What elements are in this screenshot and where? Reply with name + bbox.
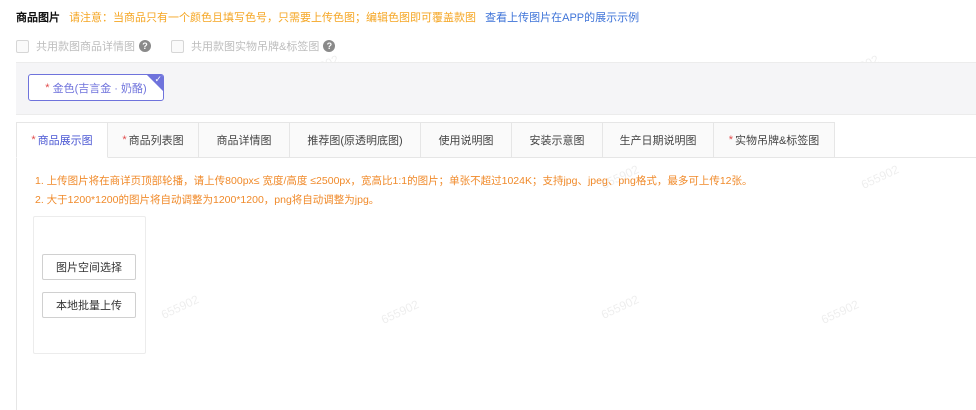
question-circle-icon[interactable]: ? (323, 40, 336, 52)
color-chip-label: 金色(吉言金 · 奶酪) (52, 82, 147, 95)
local-batch-upload-button[interactable]: 本地批量上传 (42, 292, 136, 318)
tab-label: 生产日期说明图 (619, 135, 697, 147)
color-chip-gold[interactable]: * 金色(吉言金 · 奶酪) ✓ (28, 74, 164, 101)
image-type-tabs: * 商品展示图 * 商品列表图 商品详情图 推荐图(原透明底图) 使用说明图 安… (16, 122, 835, 158)
section-header: 商品图片 请注意：当商品只有一个颜色且填写色号，只需要上传色图；编辑色图即可覆盖… (16, 10, 639, 26)
check-icon: ✓ (154, 74, 162, 84)
section-title: 商品图片 (16, 12, 60, 24)
share-options: 共用款图商品详情图 ? 共用款图实物吊牌&标签图 ? (16, 38, 355, 54)
tab-panel-display-images: 1. 上传图片将在商详页顶部轮播，请上传800px≤ 宽度/高度 ≤2500px… (16, 158, 976, 410)
upload-box: 图片空间选择 本地批量上传 (33, 216, 146, 354)
tab-usage-images[interactable]: 使用说明图 (421, 122, 512, 158)
share-detail-label: 共用款图商品详情图 (36, 41, 135, 53)
view-example-link[interactable]: 查看上传图片在APP的展示示例 (485, 12, 639, 24)
required-mark: * (45, 81, 50, 94)
question-circle-icon[interactable]: ? (139, 40, 151, 52)
tab-label: 安装示意图 (529, 135, 585, 147)
required-mark: * (122, 134, 127, 146)
tab-label: 商品展示图 (37, 135, 93, 147)
color-notice: 请注意：当商品只有一个颜色且填写色号，只需要上传色图；编辑色图即可覆盖款图 (69, 12, 477, 24)
tab-tag-label-images[interactable]: * 实物吊牌&标签图 (714, 122, 835, 158)
tab-label: 商品列表图 (128, 135, 184, 147)
share-detail-option[interactable]: 共用款图商品详情图 ? (16, 38, 151, 54)
tab-install-images[interactable]: 安装示意图 (512, 122, 603, 158)
share-tag-option[interactable]: 共用款图实物吊牌&标签图 ? (171, 38, 336, 54)
tab-list-images[interactable]: * 商品列表图 (108, 122, 199, 158)
tab-label: 推荐图(原透明底图) (307, 135, 403, 147)
tab-label: 使用说明图 (438, 135, 494, 147)
tab-production-date-images[interactable]: 生产日期说明图 (603, 122, 714, 158)
tab-label: 实物吊牌&标签图 (734, 135, 820, 147)
share-detail-checkbox[interactable] (16, 39, 29, 53)
upload-note-resize: 2. 大于1200*1200的图片将自动调整为1200*1200，png将自动调… (35, 194, 380, 206)
tab-recommend-images[interactable]: 推荐图(原透明底图) (290, 122, 421, 158)
upload-note-size: 1. 上传图片将在商详页顶部轮播，请上传800px≤ 宽度/高度 ≤2500px… (35, 175, 753, 187)
image-space-select-button[interactable]: 图片空间选择 (42, 254, 136, 280)
required-mark: * (31, 134, 36, 146)
tab-detail-images[interactable]: 商品详情图 (199, 122, 290, 158)
share-tag-label: 共用款图实物吊牌&标签图 (191, 41, 320, 53)
upload-notes: 1. 上传图片将在商详页顶部轮播，请上传800px≤ 宽度/高度 ≤2500px… (35, 172, 753, 210)
color-selector-strip: * 金色(吉言金 · 奶酪) ✓ (16, 62, 976, 115)
required-mark: * (728, 134, 733, 146)
tab-label: 商品详情图 (216, 135, 272, 147)
tab-display-images[interactable]: * 商品展示图 (16, 122, 108, 158)
product-images-editor: 655902 655902 655902 655902 655902 65590… (0, 0, 976, 410)
share-tag-checkbox[interactable] (171, 39, 184, 53)
